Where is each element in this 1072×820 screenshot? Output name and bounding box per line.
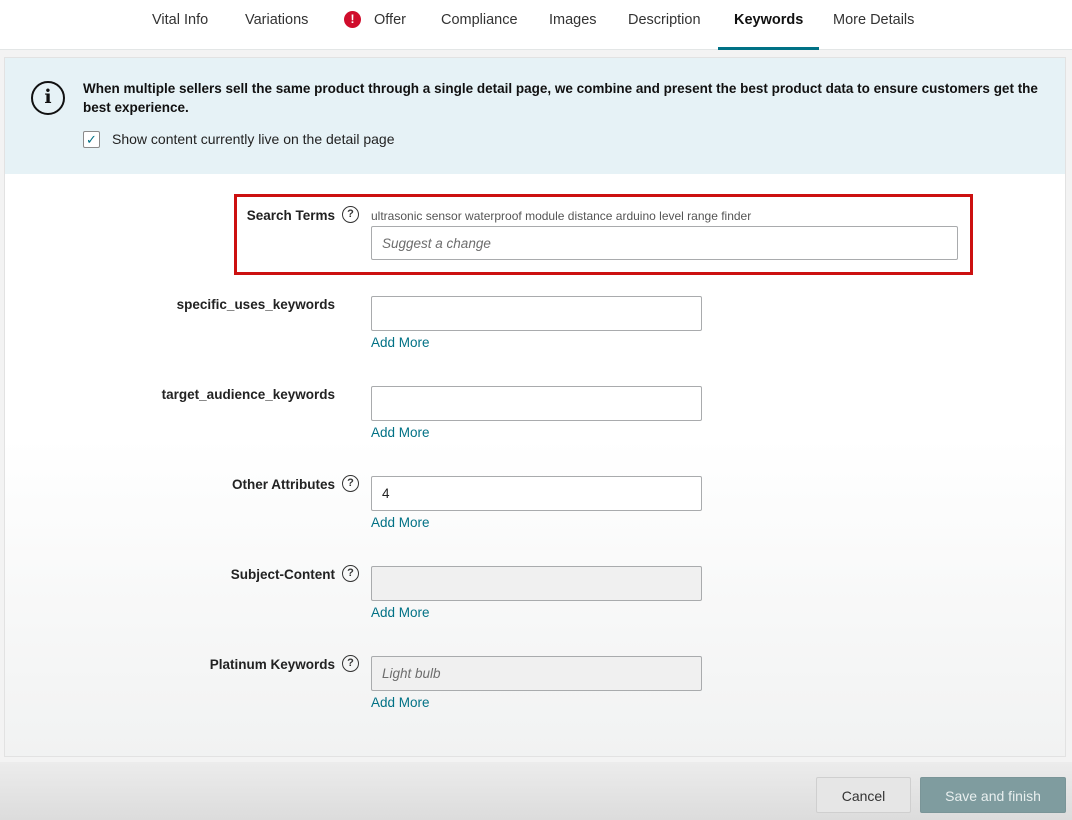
other-attributes-add-more-link[interactable]: Add More [371,515,430,530]
tab-keywords[interactable]: Keywords [717,0,820,50]
search-terms-current-value: ultrasonic sensor waterproof module dist… [371,209,752,223]
info-banner: i When multiple sellers sell the same pr… [5,58,1065,174]
tab-more-details[interactable]: More Details [833,0,914,50]
target-audience-keywords-label: target_audience_keywords [161,387,335,402]
subject-content-label: Subject-Content [230,567,335,582]
save-and-finish-button[interactable]: Save and finish [920,777,1066,813]
tab-vital-info[interactable]: Vital Info [152,0,208,50]
specific-uses-keywords-label: specific_uses_keywords [176,297,335,312]
other-attributes-label: Other Attributes [231,477,335,492]
tab-bar: Vital Info Variations ! Offer Compliance… [0,0,1072,50]
other-attributes-help-icon[interactable]: ? [342,475,359,492]
show-live-content-label[interactable]: Show content currently live on the detai… [112,131,395,147]
subject-content-add-more-link[interactable]: Add More [371,605,430,620]
show-live-content-checkbox[interactable]: ✓ [83,131,100,148]
platinum-keywords-input[interactable] [371,656,702,691]
footer-bar [0,762,1072,820]
search-terms-label: Search Terms [246,208,335,223]
tab-offer[interactable]: Offer [374,0,406,50]
info-message: When multiple sellers sell the same prod… [83,81,1038,115]
subject-content-help-icon[interactable]: ? [342,565,359,582]
subject-content-input[interactable] [371,566,702,601]
specific-uses-keywords-input[interactable] [371,296,702,331]
cancel-button[interactable]: Cancel [816,777,911,813]
target-audience-add-more-link[interactable]: Add More [371,425,430,440]
other-attributes-input[interactable] [371,476,702,511]
search-terms-input[interactable] [371,226,958,260]
tab-images[interactable]: Images [549,0,597,50]
search-terms-help-icon[interactable]: ? [342,206,359,223]
platinum-keywords-label: Platinum Keywords [209,657,335,672]
platinum-keywords-help-icon[interactable]: ? [342,655,359,672]
tab-compliance[interactable]: Compliance [441,0,518,50]
tab-description[interactable]: Description [628,0,701,50]
specific-uses-add-more-link[interactable]: Add More [371,335,430,350]
tab-variations[interactable]: Variations [245,0,308,50]
info-icon: i [31,81,65,115]
platinum-keywords-add-more-link[interactable]: Add More [371,695,430,710]
alert-icon: ! [344,11,361,28]
target-audience-keywords-input[interactable] [371,386,702,421]
